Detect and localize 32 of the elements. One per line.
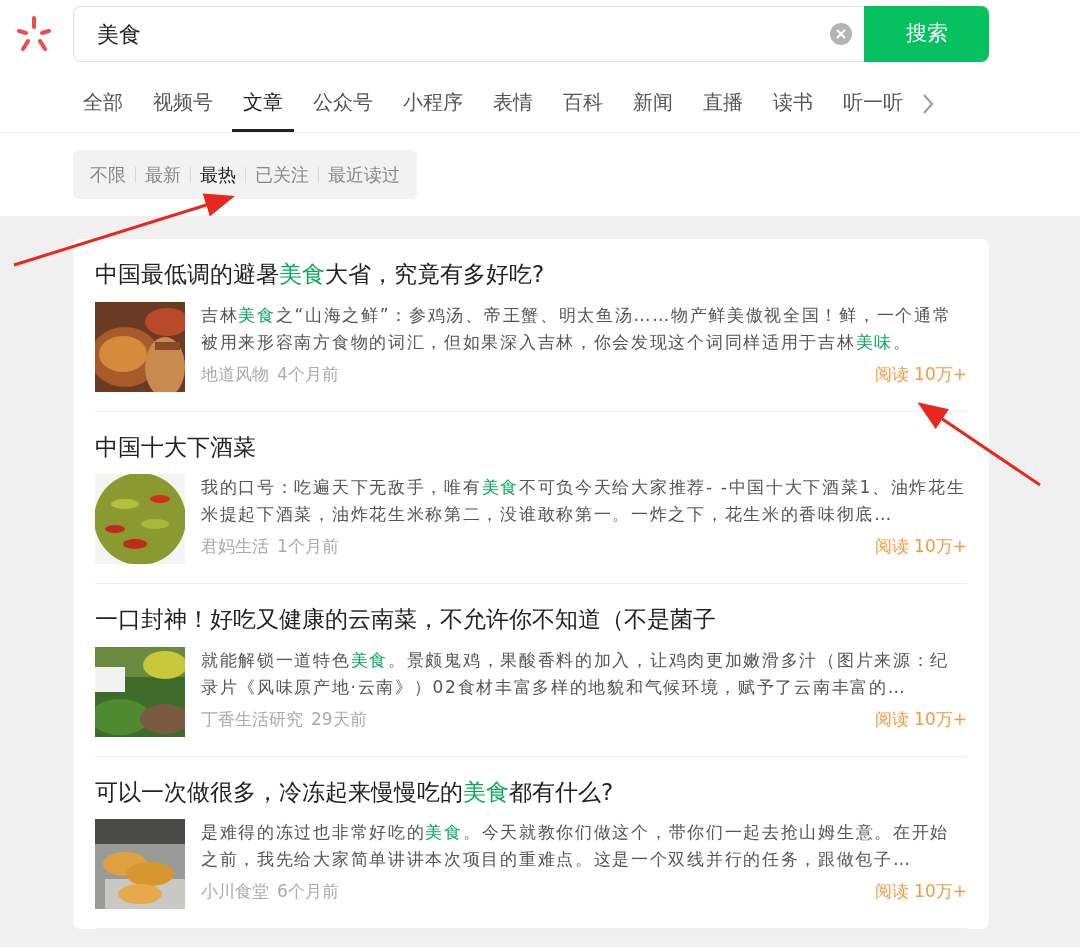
publish-time: 4个月前 — [277, 362, 339, 386]
tab[interactable]: 公众号 — [302, 79, 384, 132]
read-count: 阅读 10万+ — [874, 535, 967, 558]
read-count: 阅读 10万+ — [874, 362, 967, 386]
tab[interactable]: 全部 — [72, 79, 134, 132]
read-count: 阅读 10万+ — [874, 880, 967, 903]
read-count: 阅读 10万+ — [874, 707, 967, 731]
tab[interactable]: 小程序 — [392, 79, 474, 132]
article-title[interactable]: 中国十大下酒菜 — [95, 429, 967, 464]
tab[interactable]: 表情 — [482, 79, 544, 132]
article-title[interactable]: 一口封神！好吃又健康的云南菜，不允许你不知道（不是菌子 — [95, 602, 967, 637]
tab[interactable]: 百科 — [552, 79, 614, 132]
filter-option[interactable]: 最热 — [191, 161, 245, 188]
tab[interactable]: 视频号 — [142, 79, 224, 132]
publish-time: 6个月前 — [277, 880, 339, 903]
article-summary: 我的口号：吃遍天下无敌手，唯有美食不可负今天给大家推荐- -中国十大下酒菜1、油炸花生米提起下酒菜，油炸花生米称第二，没谁敢称第一。一炸之下，花生米的香味彻底… — [201, 476, 967, 526]
tab[interactable]: 新闻 — [622, 79, 684, 132]
logo-icon — [14, 14, 54, 54]
search-field[interactable]: 美食 — [73, 6, 864, 62]
article-summary: 就能解锁一道特色美食。景颇鬼鸡，果酸香料的加入，让鸡肉更加嫩滑多汁（图片来源：纪录片《风味原产地·云南》）02食材丰富多样的地貌和气候环境，赋予了云南丰富的… — [201, 648, 950, 699]
tab[interactable]: 直播 — [692, 79, 754, 132]
search-input[interactable]: 美食 — [95, 16, 830, 52]
publish-time: 1个月前 — [277, 535, 339, 558]
publish-time: 29天前 — [311, 707, 367, 731]
chevron-right-icon[interactable] — [922, 93, 934, 115]
article-summary: 是难得的冻过也非常好吃的美食。今天就教你们做这个，带你们一起去抢山姆生意。在开始之前，我先给大家简单讲讲本次项目的重难点。这是一个双线并行的任务，跟做包子… — [201, 821, 950, 871]
article-title[interactable]: 中国最低调的避暑美食大省，究竟有多好吃? — [95, 257, 967, 292]
article-title[interactable]: 可以一次做很多，冷冻起来慢慢吃的美食都有什么? — [95, 774, 967, 809]
article-summary: 吉林美食之“山海之鲜”：参鸡汤、帝王蟹、明太鱼汤……物产鲜美傲视全国！鲜，一个通常被用来形容南方食物的词汇，但如果深入吉林，你会发现这个词同样适用于吉林美味。 — [201, 303, 953, 354]
tab[interactable]: 听一听 — [832, 79, 914, 132]
tab[interactable]: 读书 — [762, 79, 824, 132]
clear-icon[interactable] — [830, 23, 852, 45]
